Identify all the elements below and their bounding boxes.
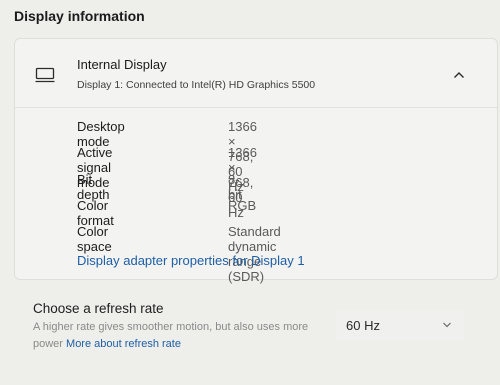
refresh-rate-help-link[interactable]: More about refresh rate [66, 338, 181, 350]
display-adapter-properties-link[interactable]: Display adapter properties for Display 1 [77, 253, 305, 268]
monitor-icon [35, 67, 55, 83]
section-title: Display information [14, 8, 145, 24]
display-subtitle: Display 1: Connected to Intel(R) HD Grap… [77, 79, 316, 91]
chevron-down-icon [443, 322, 451, 328]
display-card-header[interactable]: Internal Display Display 1: Connected to… [15, 39, 497, 108]
detail-label: Color space [77, 224, 112, 255]
refresh-rate-dropdown[interactable]: 60 Hz [336, 310, 464, 340]
refresh-rate-selected: 60 Hz [346, 318, 380, 333]
chevron-up-icon [454, 72, 464, 78]
refresh-rate-title: Choose a refresh rate [33, 301, 164, 316]
refresh-rate-description: A higher rate gives smoother motion, but… [33, 319, 333, 353]
collapse-button[interactable] [447, 63, 471, 87]
detail-value: RGB [228, 197, 257, 213]
display-card: Internal Display Display 1: Connected to… [14, 38, 498, 284]
display-name: Internal Display [77, 57, 167, 72]
